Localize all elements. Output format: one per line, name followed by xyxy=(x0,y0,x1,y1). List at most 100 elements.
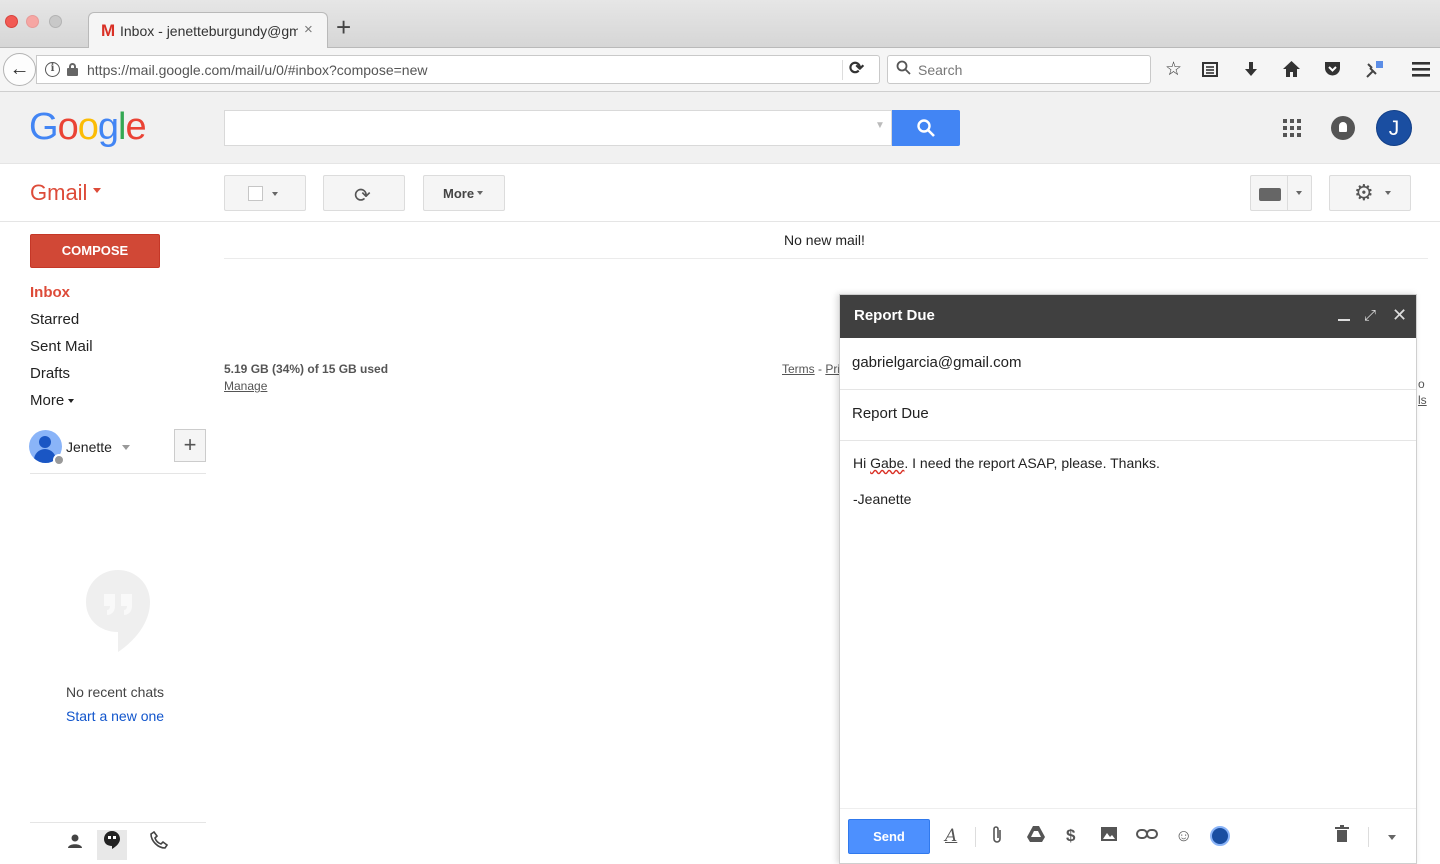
photo-icon[interactable] xyxy=(1100,825,1118,849)
privacy-link[interactable]: Privacy xyxy=(825,362,840,376)
site-info-icon[interactable]: i xyxy=(45,62,60,77)
pocket-icon[interactable] xyxy=(1323,60,1342,83)
keyboard-icon xyxy=(1259,188,1281,201)
zoom-window-button[interactable] xyxy=(49,15,62,28)
sidebar-item-label: More xyxy=(30,392,65,409)
recipient-field[interactable]: gabrielgarcia@gmail.com xyxy=(852,354,1021,371)
no-recent-chats-text: No recent chats xyxy=(66,684,165,700)
hangouts-user-name[interactable]: Jenette xyxy=(66,439,112,455)
select-all-button[interactable] xyxy=(224,175,306,211)
sidebar-item-starred[interactable]: Starred xyxy=(30,311,79,328)
browser-tab-inbox[interactable]: M Inbox - jenetteburgundy@gm × xyxy=(88,12,328,49)
close-window-button[interactable] xyxy=(5,15,18,28)
minimize-icon[interactable] xyxy=(1338,319,1350,321)
divider xyxy=(975,827,976,847)
sidebar-item-more[interactable]: More xyxy=(30,392,75,409)
mail-search-input[interactable]: ▼ xyxy=(224,110,892,146)
formatting-icon[interactable]: A xyxy=(945,825,957,847)
apps-grid-icon[interactable] xyxy=(1283,119,1301,137)
divider xyxy=(840,808,1416,809)
link-icon[interactable] xyxy=(1136,825,1158,849)
input-tools-button[interactable] xyxy=(1250,175,1312,211)
chevron-down-icon[interactable] xyxy=(93,188,101,193)
toolbar-divider xyxy=(0,221,1440,222)
details-link[interactable]: ls xyxy=(1418,393,1427,407)
trash-icon[interactable] xyxy=(1334,825,1350,849)
expand-icon[interactable]: ⤢ xyxy=(1364,307,1376,324)
subject-field[interactable]: Report Due xyxy=(852,405,929,422)
phone-icon[interactable] xyxy=(144,830,174,860)
new-tab-button[interactable]: + xyxy=(336,14,351,40)
reload-icon[interactable]: ⟳ xyxy=(849,58,864,79)
home-icon[interactable] xyxy=(1282,60,1301,83)
sidebar-item-inbox[interactable]: Inbox xyxy=(30,284,70,301)
sidebar-item-drafts[interactable]: Drafts xyxy=(30,365,70,382)
menu-icon[interactable] xyxy=(1411,60,1431,83)
search-icon xyxy=(896,60,911,80)
body-text: Hi xyxy=(853,455,871,471)
attach-icon[interactable] xyxy=(990,825,1004,851)
reading-list-icon[interactable] xyxy=(1201,60,1219,83)
hangouts-logo-icon xyxy=(86,570,150,652)
compose-window: Report Due ⤢ ✕ gabrielgarcia@gmail.com R… xyxy=(839,294,1417,864)
footer-fragment-text: o xyxy=(1418,377,1425,391)
chevron-down-icon[interactable] xyxy=(272,192,278,196)
emoji-icon[interactable]: ☺ xyxy=(1175,825,1192,847)
search-options-caret-icon[interactable]: ▼ xyxy=(875,120,885,131)
footer-fragment: o ls xyxy=(1418,376,1427,408)
gmail-menu-label[interactable]: Gmail xyxy=(30,180,87,206)
select-checkbox[interactable] xyxy=(248,186,263,201)
search-icon xyxy=(917,119,935,137)
send-button[interactable]: Send xyxy=(848,819,930,854)
drive-icon[interactable] xyxy=(1026,825,1046,849)
account-avatar[interactable]: J xyxy=(1376,110,1412,146)
contacts-icon[interactable] xyxy=(60,830,90,860)
tab-close-icon[interactable]: × xyxy=(304,21,313,38)
chevron-down-icon[interactable] xyxy=(1296,191,1302,195)
divider xyxy=(840,389,1416,390)
notifications-bell-icon[interactable] xyxy=(1331,116,1355,140)
logo-letter: G xyxy=(29,106,59,148)
bookmark-star-icon[interactable]: ☆ xyxy=(1165,60,1182,80)
terms-link[interactable]: Terms xyxy=(782,362,815,376)
url-text[interactable]: https://mail.google.com/mail/u/0/#inbox?… xyxy=(87,62,427,78)
no-new-mail-text: No new mail! xyxy=(784,232,865,248)
google-logo[interactable]: Google xyxy=(29,106,147,149)
tab-title: Inbox - jenetteburgundy@gm xyxy=(120,23,298,39)
settings-button[interactable]: ⚙ xyxy=(1329,175,1411,211)
message-body-line[interactable]: Hi Gabe. I need the report ASAP, please.… xyxy=(853,455,1160,471)
encrypt-icon[interactable] xyxy=(1210,826,1230,846)
more-actions-button[interactable]: More xyxy=(423,175,505,211)
mail-search-button[interactable] xyxy=(892,110,960,146)
compose-header[interactable]: Report Due ⤢ ✕ xyxy=(840,295,1416,338)
divider xyxy=(1368,827,1369,847)
close-icon[interactable]: ✕ xyxy=(1392,305,1407,326)
divider xyxy=(30,473,206,474)
logo-letter: g xyxy=(97,106,119,148)
extension-icon[interactable] xyxy=(1364,60,1384,85)
start-new-chat-link[interactable]: Start a new one xyxy=(66,708,164,724)
sidebar-item-sent-mail[interactable]: Sent Mail xyxy=(30,338,93,355)
refresh-button[interactable]: ⟳ xyxy=(323,175,405,211)
money-icon[interactable]: $ xyxy=(1066,825,1075,847)
chevron-down-icon xyxy=(477,191,483,195)
logo-letter: e xyxy=(125,106,146,148)
hangouts-icon[interactable] xyxy=(97,830,127,860)
signature-line[interactable]: -Jeanette xyxy=(853,491,911,507)
misspelled-word[interactable]: Gabe xyxy=(870,455,904,471)
back-button[interactable]: ← xyxy=(3,53,36,86)
chevron-down-icon[interactable] xyxy=(122,445,130,450)
new-conversation-button[interactable]: + xyxy=(174,429,206,462)
body-text: . I need the report ASAP, please. Thanks… xyxy=(904,455,1160,471)
manage-storage-link[interactable]: Manage xyxy=(224,379,267,393)
address-bar[interactable]: i https://mail.google.com/mail/u/0/#inbo… xyxy=(36,55,880,84)
download-icon[interactable] xyxy=(1242,60,1260,83)
url-divider xyxy=(842,60,843,80)
browser-search-input[interactable]: Search xyxy=(887,55,1151,84)
gmail-header: Google ▼ J xyxy=(0,92,1440,164)
divider xyxy=(840,440,1416,441)
minimize-window-button[interactable] xyxy=(26,15,39,28)
more-options-icon[interactable] xyxy=(1388,835,1396,840)
compose-button[interactable]: COMPOSE xyxy=(30,234,160,268)
storage-usage-text: 5.19 GB (34%) of 15 GB used xyxy=(224,362,389,376)
